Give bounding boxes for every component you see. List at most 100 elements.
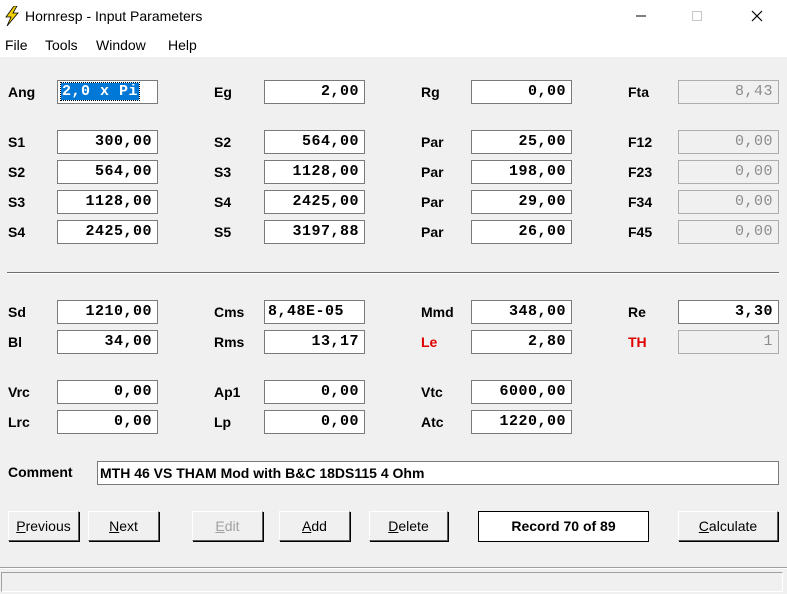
minimize-button[interactable] (618, 0, 664, 33)
par-label: Par (421, 194, 444, 210)
par-label: Par (421, 164, 444, 180)
add-button[interactable]: Add (279, 511, 350, 541)
delete-label: elete (398, 518, 429, 534)
close-icon (751, 10, 763, 22)
f45-label: F45 (628, 224, 653, 240)
lrc-label: Lrc (8, 414, 30, 430)
edit-label: dit (224, 518, 240, 534)
ang-field[interactable]: 2,0 x Pi (57, 80, 158, 104)
sd-field[interactable]: 1210,00 (57, 300, 158, 324)
mmd-field[interactable]: 348,00 (471, 300, 572, 324)
vtc-label: Vtc (421, 384, 443, 400)
f34-field: 0,00 (678, 190, 779, 214)
bl-field[interactable]: 34,00 (57, 330, 158, 354)
par4-field[interactable]: 26,00 (471, 220, 572, 244)
ang-label: Ang (8, 84, 36, 100)
delete-button[interactable]: Delete (369, 511, 448, 541)
menu-help[interactable]: Help (168, 37, 197, 53)
previous-button[interactable]: Previous (8, 511, 79, 541)
atc-field[interactable]: 1220,00 (471, 410, 572, 434)
ang-value: 2,0 x Pi (59, 82, 141, 101)
input-parameters-form: Ang 2,0 x Pi Eg 2,00 Rg 0,00 Fta 8,43 S1… (0, 57, 787, 567)
re-label: Re (628, 304, 646, 320)
record-indicator: Record 70 of 89 (478, 511, 649, 542)
rg-field[interactable]: 0,00 (471, 80, 572, 104)
s3-label: S3 (214, 164, 232, 180)
status-separator (0, 567, 787, 569)
maximize-button[interactable] (674, 0, 720, 33)
edit-button[interactable]: Edit (192, 511, 263, 541)
s4-field[interactable]: 2425,00 (264, 190, 365, 214)
rms-field[interactable]: 13,17 (264, 330, 365, 354)
next-accel: N (109, 518, 120, 534)
section-divider (7, 272, 779, 274)
par3-field[interactable]: 29,00 (471, 190, 572, 214)
menu-file[interactable]: File (5, 37, 28, 53)
par-label: Par (421, 134, 444, 150)
par1-field[interactable]: 25,00 (471, 130, 572, 154)
fta-field: 8,43 (678, 80, 779, 104)
minimize-icon (636, 15, 646, 17)
s2-label: S2 (214, 134, 232, 150)
s3-field[interactable]: 1128,00 (264, 160, 365, 184)
calculate-accel: C (698, 518, 709, 534)
th-field: 1 (678, 330, 779, 354)
s1-label: S1 (8, 134, 26, 150)
previous-accel: P (16, 518, 26, 534)
lp-label: Lp (214, 414, 232, 430)
ap1-field[interactable]: 0,00 (264, 380, 365, 404)
calculate-label: alculate (708, 518, 758, 534)
s3-row-field[interactable]: 1128,00 (57, 190, 158, 214)
lightning-icon (5, 6, 19, 26)
delete-accel: D (388, 518, 399, 534)
le-field[interactable]: 2,80 (471, 330, 572, 354)
cms-field[interactable]: 8,48E-05 (264, 300, 365, 324)
par-label: Par (421, 224, 444, 240)
par2-field[interactable]: 198,00 (471, 160, 572, 184)
lrc-field[interactable]: 0,00 (57, 410, 158, 434)
status-bar (0, 567, 787, 594)
f45-field: 0,00 (678, 220, 779, 244)
menu-window[interactable]: Window (96, 37, 146, 53)
eg-label: Eg (214, 84, 232, 100)
vrc-field[interactable]: 0,00 (57, 380, 158, 404)
re-field[interactable]: 3,30 (678, 300, 779, 324)
previous-label: revious (25, 518, 71, 534)
s3-row-label: S3 (8, 194, 26, 210)
comment-label: Comment (8, 464, 73, 480)
s1-field[interactable]: 300,00 (57, 130, 158, 154)
vrc-label: Vrc (8, 384, 30, 400)
s4-row-label: S4 (8, 224, 26, 240)
f12-label: F12 (628, 134, 653, 150)
s4-label: S4 (214, 194, 232, 210)
add-label: dd (311, 518, 327, 534)
add-accel: A (302, 518, 312, 534)
next-label: ext (119, 518, 138, 534)
comment-field[interactable]: MTH 46 VS THAM Mod with B&C 18DS115 4 Oh… (97, 461, 779, 485)
atc-label: Atc (421, 414, 444, 430)
s5-field[interactable]: 3197,88 (264, 220, 365, 244)
cms-label: Cms (214, 304, 245, 320)
s2-field[interactable]: 564,00 (264, 130, 365, 154)
vtc-field[interactable]: 6000,00 (471, 380, 572, 404)
sd-label: Sd (8, 304, 26, 320)
mmd-label: Mmd (421, 304, 454, 320)
s2-row-label: S2 (8, 164, 26, 180)
next-button[interactable]: Next (88, 511, 159, 541)
status-panel (1, 572, 783, 592)
maximize-icon (692, 11, 702, 21)
calculate-button[interactable]: Calculate (678, 511, 778, 541)
ap1-label: Ap1 (214, 384, 241, 400)
rms-label: Rms (214, 334, 245, 350)
lp-field[interactable]: 0,00 (264, 410, 365, 434)
fta-label: Fta (628, 84, 649, 100)
th-label: TH (628, 334, 647, 350)
bl-label: Bl (8, 334, 22, 350)
s2-row-field[interactable]: 564,00 (57, 160, 158, 184)
menu-tools[interactable]: Tools (45, 37, 78, 53)
close-button[interactable] (734, 0, 780, 33)
s4-row-field[interactable]: 2425,00 (57, 220, 158, 244)
f12-field: 0,00 (678, 130, 779, 154)
eg-field[interactable]: 2,00 (264, 80, 365, 104)
f23-field: 0,00 (678, 160, 779, 184)
